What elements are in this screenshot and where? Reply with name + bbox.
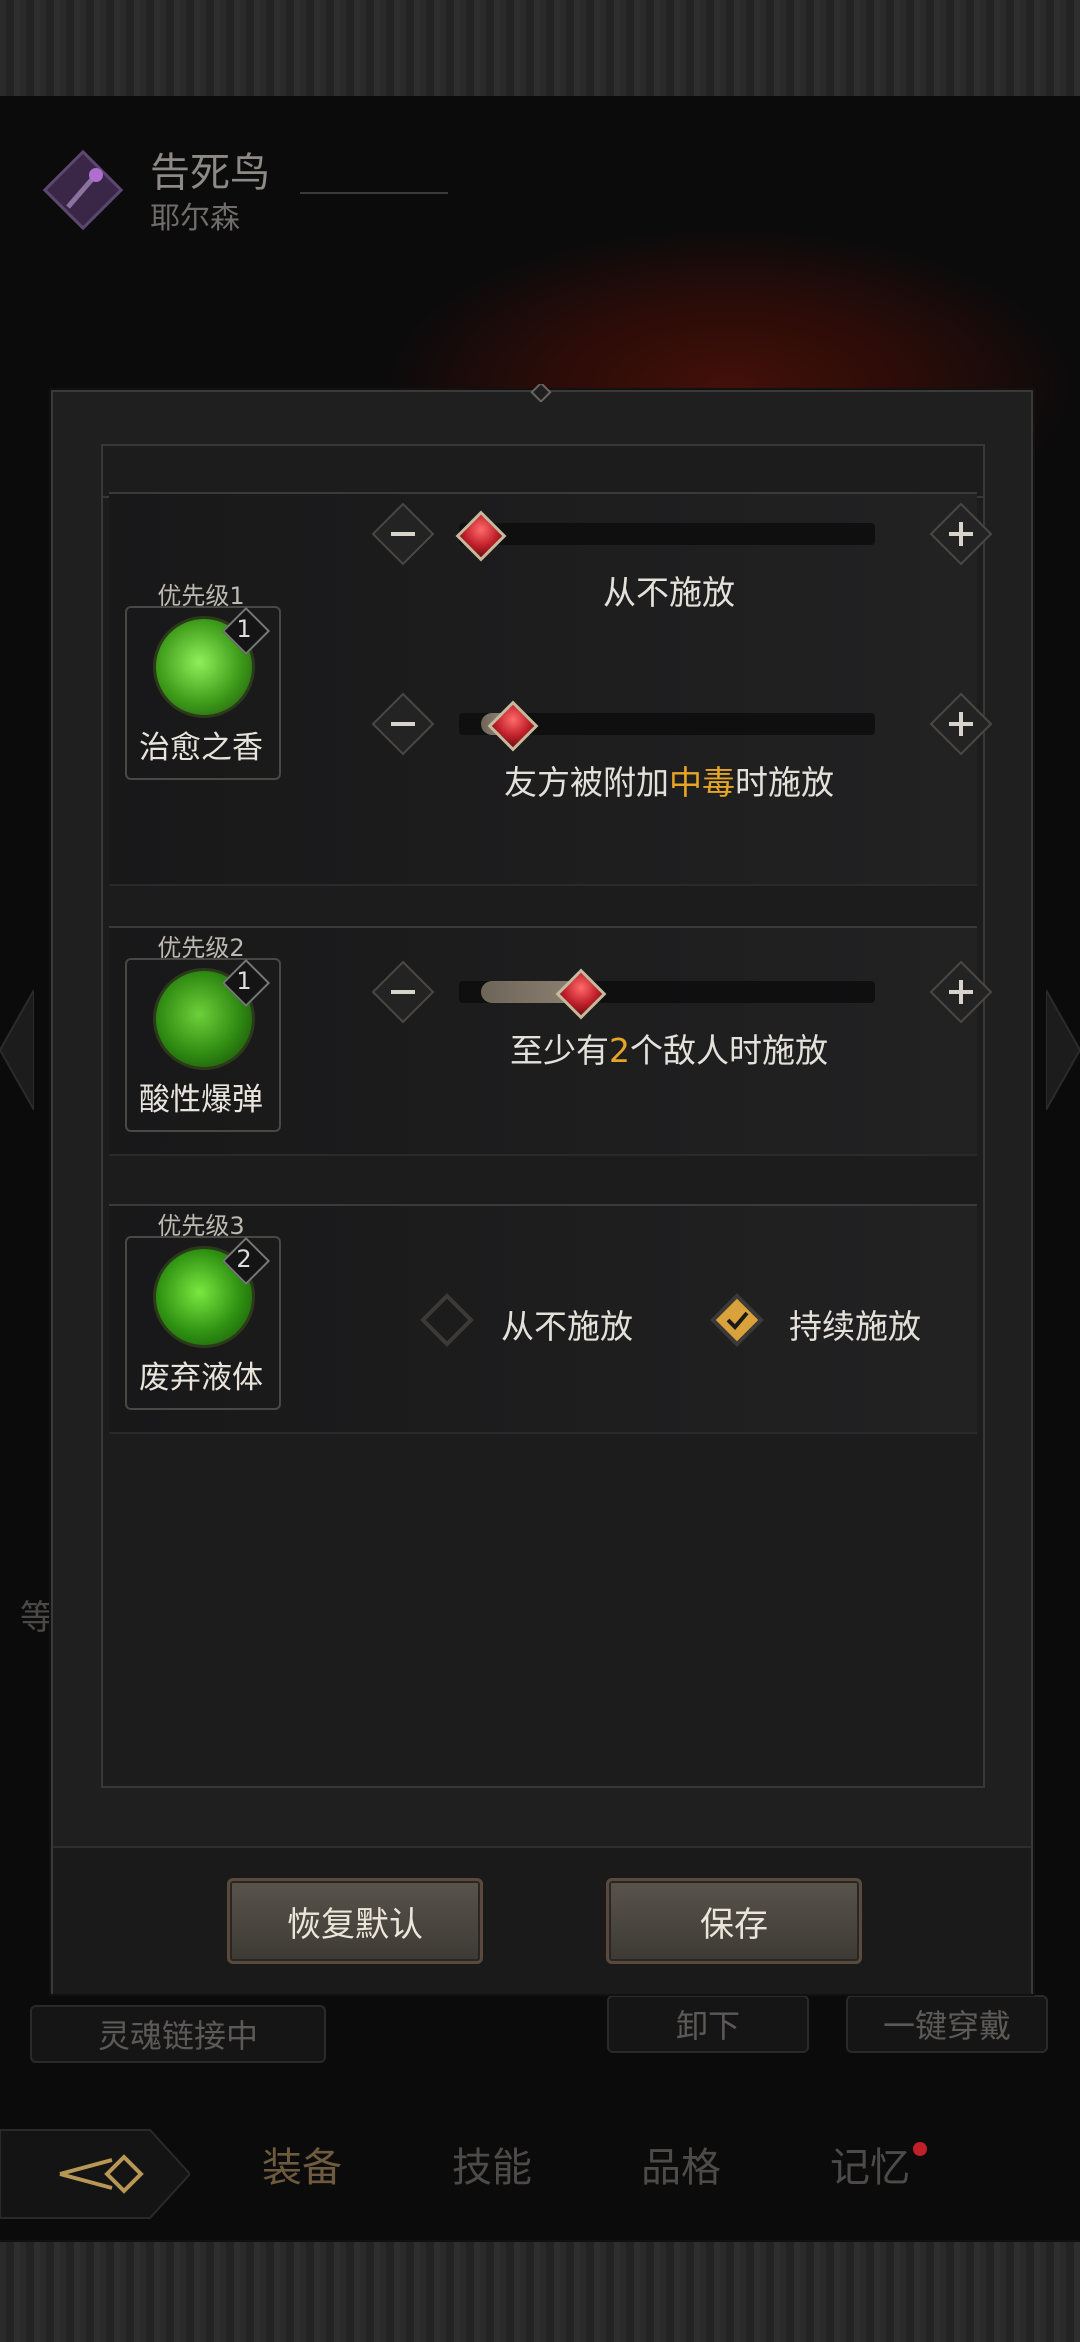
condition-caption: 从不施放	[603, 573, 735, 612]
restore-default-button[interactable]: 恢复默认	[227, 1878, 483, 1964]
level-label: 等	[20, 1598, 54, 1638]
skill-row-3: 优先级3 2 废弃液体 从不施放 持续施放	[109, 1204, 977, 1434]
tab-character[interactable]: 品格	[641, 2135, 721, 2225]
decrease-button[interactable]	[371, 960, 435, 1024]
character-subtitle: 耶尔森	[150, 201, 240, 236]
caption-text: 至少有	[510, 1031, 609, 1070]
skill-priority-panel: 优先级1 1 治愈之香 从不施放 友方被附加中毒时施放 优先级2 1 酸性爆弹 …	[51, 384, 1033, 1994]
equip-all-button[interactable]: 一键穿戴	[846, 1995, 1048, 2053]
condition-caption: 友方被附加中毒时施放	[419, 756, 919, 804]
next-arrow-icon[interactable]	[1046, 990, 1080, 1110]
skill-name: 治愈之香	[139, 730, 263, 766]
caption-text: 友方被附加	[504, 763, 669, 802]
increase-button[interactable]	[929, 960, 993, 1024]
skill-level: 1	[236, 967, 252, 995]
action-bar	[53, 1846, 1031, 1994]
unequip-button[interactable]: 卸下	[607, 1995, 809, 2053]
wand-emblem-icon	[42, 149, 124, 231]
increase-button[interactable]	[929, 692, 993, 756]
always-cast-checkbox[interactable]	[709, 1292, 765, 1348]
skill-row-1: 优先级1 1 治愈之香 从不施放 友方被附加中毒时施放	[109, 492, 993, 886]
skill-level: 2	[236, 1245, 252, 1273]
skill-row-2: 优先级2 1 酸性爆弹 至少有2个敌人时施放	[109, 926, 993, 1156]
header-divider	[300, 192, 448, 194]
caption-text: 时施放	[735, 763, 834, 802]
skill-name: 废弃液体	[139, 1360, 263, 1396]
caption-text: 个敌人时施放	[630, 1031, 828, 1070]
slider-thumb[interactable]	[487, 700, 539, 752]
condition-caption: 至少有2个敌人时施放	[419, 1024, 919, 1072]
decrease-button[interactable]	[371, 502, 435, 566]
tab-equipment[interactable]: 装备	[262, 2135, 342, 2225]
prev-arrow-icon[interactable]	[0, 990, 34, 1110]
caption-highlight: 中毒	[669, 763, 735, 802]
always-cast-label[interactable]: 持续施放	[789, 1300, 921, 1348]
caption-highlight: 2	[609, 1031, 630, 1070]
skill-level: 1	[236, 615, 252, 643]
back-arrow-icon[interactable]	[0, 2122, 190, 2226]
panel-top-ornament-icon	[530, 384, 552, 402]
slider-thumb[interactable]	[555, 968, 607, 1020]
tab-skills[interactable]: 技能	[452, 2135, 532, 2225]
bottom-frame	[0, 2240, 1080, 2342]
never-cast-label[interactable]: 从不施放	[501, 1300, 633, 1348]
top-frame	[0, 0, 1080, 98]
slider-thumb[interactable]	[455, 510, 507, 562]
skill-name: 酸性爆弹	[139, 1082, 263, 1118]
soul-link-button[interactable]: 灵魂链接中	[30, 2005, 326, 2063]
character-name: 告死鸟	[150, 150, 270, 196]
list-header	[103, 446, 983, 498]
condition-slider-track[interactable]	[459, 523, 875, 545]
skill-list-area: 优先级1 1 治愈之香 从不施放 友方被附加中毒时施放 优先级2 1 酸性爆弹 …	[101, 444, 993, 1788]
tab-memory[interactable]: 记忆	[830, 2135, 910, 2225]
decrease-button[interactable]	[371, 692, 435, 756]
memory-notification-badge	[913, 2142, 927, 2156]
never-cast-checkbox[interactable]	[419, 1292, 475, 1348]
save-button[interactable]: 保存	[606, 1878, 862, 1964]
increase-button[interactable]	[929, 502, 993, 566]
